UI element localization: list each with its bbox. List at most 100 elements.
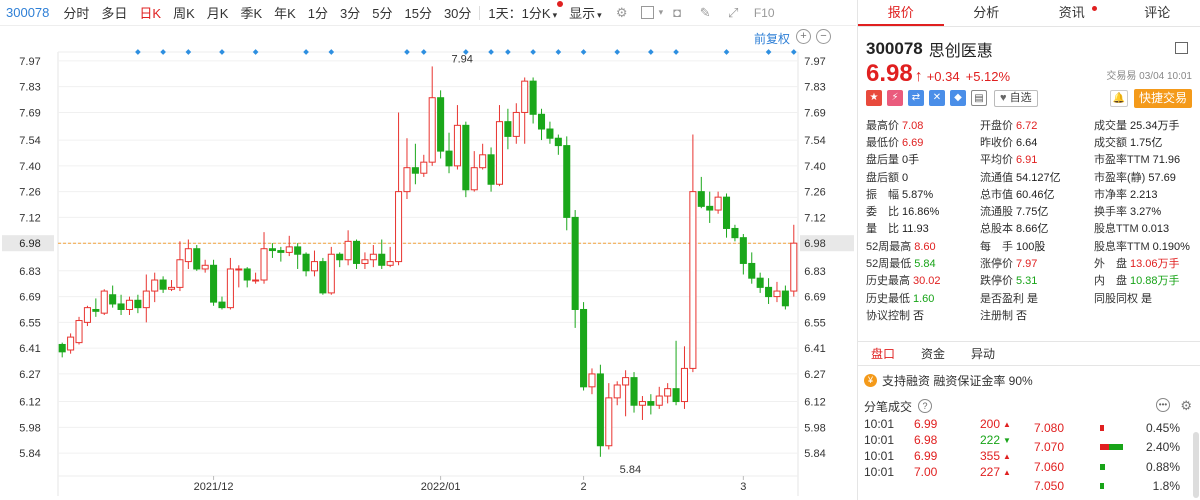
scrollbar[interactable] bbox=[1193, 432, 1199, 498]
stat-value: 7.97 bbox=[1016, 258, 1038, 271]
y-tick-right: 7.83 bbox=[804, 82, 825, 94]
draw-icon[interactable]: ✎ bbox=[696, 4, 714, 22]
window-icon[interactable] bbox=[1175, 42, 1188, 54]
margin-icon[interactable]: ⇄ bbox=[908, 90, 924, 106]
event-marker-icon bbox=[723, 49, 730, 55]
candle-down bbox=[243, 268, 251, 281]
overlay-checkbox[interactable] bbox=[640, 6, 654, 19]
candle-up bbox=[638, 401, 646, 406]
coin-icon: ¥ bbox=[864, 374, 877, 387]
x-tick-label: 2021/12 bbox=[194, 481, 234, 493]
toolbar-stock-code[interactable]: 300078 bbox=[0, 5, 57, 20]
period-tab-3[interactable]: 周K bbox=[167, 3, 201, 22]
event-marker-icon bbox=[580, 49, 587, 55]
add-watchlist-button[interactable]: ♥ 自选 bbox=[994, 89, 1038, 107]
candle-down bbox=[487, 154, 495, 185]
range-selector[interactable]: 1天：1分K ▾ bbox=[482, 1, 564, 22]
period-tab-6[interactable]: 年K bbox=[268, 3, 302, 22]
event-marker-icon bbox=[555, 49, 562, 55]
stat-label: 流通值 bbox=[980, 171, 1013, 184]
display-dropdown[interactable]: 显示 ▾ bbox=[563, 3, 608, 22]
stat-label: 内 盘 bbox=[1094, 275, 1127, 288]
y-tick-left: 6.12 bbox=[19, 397, 40, 409]
period-tab-5[interactable]: 季K bbox=[234, 3, 268, 22]
gear-icon[interactable]: ⚙ bbox=[1180, 398, 1192, 414]
stat-cell: 开盘价 6.72 bbox=[980, 117, 1094, 133]
kline-chart[interactable]: 7.97 7.97 7.83 7.83 7.69 7.69 7.54 7.54 7.40 7.40… bbox=[0, 26, 856, 500]
candle-up bbox=[226, 268, 234, 309]
f10-icon[interactable]: F10 bbox=[752, 4, 776, 22]
help-icon[interactable]: ? bbox=[918, 399, 933, 413]
candle-up bbox=[403, 167, 411, 193]
toolbar-divider bbox=[479, 5, 481, 20]
subtab-2[interactable]: 异动 bbox=[958, 342, 1008, 365]
period-tab-11[interactable]: 30分 bbox=[438, 3, 477, 22]
fullscreen-icon[interactable]: ⤢ bbox=[724, 4, 742, 22]
candle-down bbox=[319, 261, 327, 294]
stat-label: 股息率TTM bbox=[1094, 240, 1150, 253]
stat-label: 成交量 bbox=[1094, 119, 1127, 132]
stat-label: 总股本 bbox=[980, 223, 1013, 236]
zoom-in-icon[interactable]: + bbox=[796, 29, 811, 44]
period-tab-7[interactable]: 1分 bbox=[302, 3, 334, 22]
y-tick-left: 6.41 bbox=[19, 343, 40, 355]
candle-up bbox=[201, 264, 209, 270]
depth-bar bbox=[1100, 444, 1136, 451]
candle-up bbox=[142, 290, 150, 309]
more-icon[interactable]: ••• bbox=[1156, 398, 1170, 412]
period-tab-4[interactable]: 月K bbox=[201, 3, 235, 22]
stat-value: 8.60 bbox=[914, 240, 936, 253]
stat-label: 52周最低 bbox=[866, 258, 912, 271]
stat-label: 每 手 bbox=[980, 240, 1013, 253]
note-icon[interactable]: ▤ bbox=[971, 90, 987, 106]
event-marker-icon bbox=[160, 49, 166, 55]
quick-trade-button[interactable]: 快捷交易 bbox=[1133, 88, 1192, 108]
candle-down bbox=[554, 137, 562, 147]
period-tab-9[interactable]: 5分 bbox=[366, 3, 398, 22]
tag-icon[interactable]: ◆ bbox=[950, 90, 966, 106]
period-tab-0[interactable]: 分时 bbox=[57, 3, 95, 22]
settings-icon[interactable]: ⚙ bbox=[613, 4, 631, 22]
panel-tab-3[interactable]: 评论 bbox=[1115, 0, 1200, 26]
zoom-out-icon[interactable]: − bbox=[816, 29, 831, 44]
subtab-1[interactable]: 资金 bbox=[908, 342, 958, 365]
stat-label: 历史最高 bbox=[866, 275, 910, 288]
candle-up bbox=[386, 261, 394, 266]
stat-value: 5.31 bbox=[1016, 275, 1038, 288]
depth-row: 7.080 0.45% bbox=[1034, 418, 1184, 438]
panel-tab-0[interactable]: 报价 bbox=[858, 0, 944, 26]
stat-value: 57.69 bbox=[1148, 171, 1176, 184]
china-flag-icon[interactable]: ★ bbox=[866, 90, 882, 106]
subtab-0[interactable]: 盘口 bbox=[858, 342, 908, 365]
candle-down bbox=[352, 240, 361, 264]
candle-up bbox=[83, 307, 91, 323]
panel-tab-1[interactable]: 分析 bbox=[944, 0, 1030, 26]
period-tab-2[interactable]: 日K bbox=[133, 3, 167, 22]
shuffle-icon[interactable]: ✕ bbox=[929, 90, 945, 106]
y-tick-left: 7.26 bbox=[19, 187, 40, 199]
panel-tab-2[interactable]: 资讯 bbox=[1029, 0, 1115, 26]
stat-label: 最高价 bbox=[866, 119, 899, 132]
stat-cell: 每 手 100股 bbox=[980, 238, 1094, 254]
candle-up bbox=[655, 395, 663, 406]
alert-bell-icon[interactable]: 🔔 bbox=[1109, 89, 1128, 107]
stat-label: 同股同权 bbox=[1094, 292, 1138, 305]
up-arrow-icon: ↑ bbox=[914, 68, 923, 85]
depth-price: 7.070 bbox=[1034, 440, 1065, 455]
low-label: 5.84 bbox=[620, 464, 641, 476]
period-tab-1[interactable]: 多日 bbox=[95, 3, 133, 22]
quote-panel: 报价 分析 资讯 评论 300078 思创医惠 6.98 ↑ +0.34 +5.12%… bbox=[857, 0, 1200, 500]
stat-cell: 是否盈利是 bbox=[980, 290, 1094, 306]
stat-value: 否 bbox=[1016, 309, 1027, 322]
candle-up bbox=[605, 397, 613, 447]
candle-up bbox=[622, 377, 630, 386]
camera-icon[interactable]: ◘ bbox=[668, 4, 686, 22]
period-tab-10[interactable]: 15分 bbox=[398, 3, 437, 22]
stat-value: 5.84 bbox=[914, 258, 936, 271]
restoration-toggle[interactable]: 前复权 bbox=[754, 30, 790, 47]
connect-icon[interactable]: ⚡ bbox=[887, 90, 903, 106]
stat-value: 0手 bbox=[902, 154, 920, 167]
candle-up bbox=[479, 154, 487, 169]
period-tab-8[interactable]: 3分 bbox=[334, 3, 366, 22]
stat-cell: 外 盘 13.06万手 bbox=[1094, 255, 1200, 271]
